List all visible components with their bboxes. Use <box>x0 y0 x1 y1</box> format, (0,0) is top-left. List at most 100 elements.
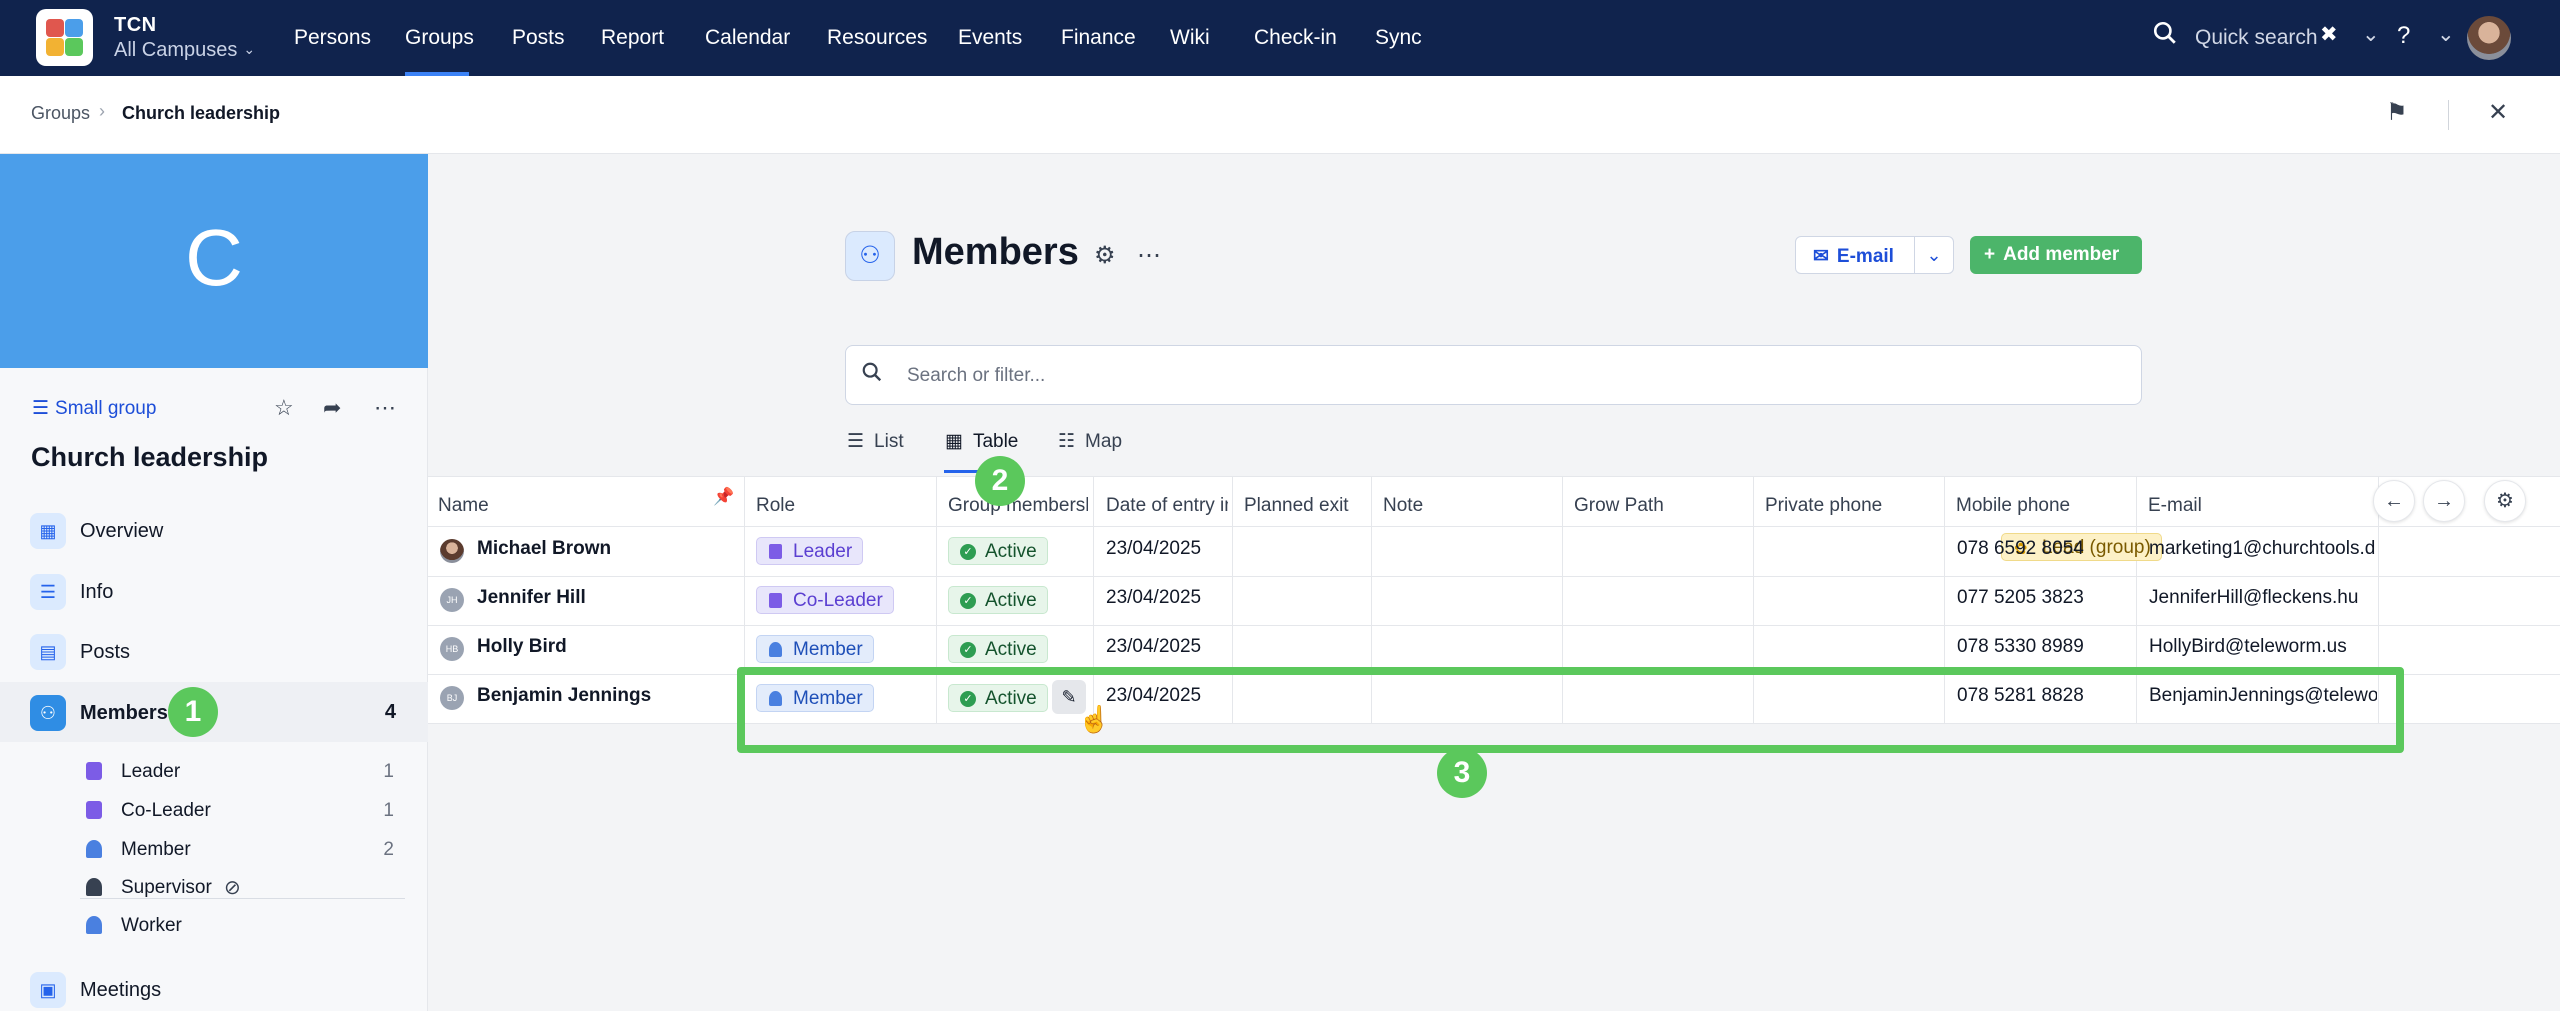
help-icon[interactable]: ? <box>2397 22 2410 50</box>
sidebar-item-overview[interactable]: ▦ Overview <box>0 500 428 560</box>
column-header-grow-path[interactable]: Grow Path <box>1574 495 1744 517</box>
sidebar-role-supervisor[interactable]: Supervisor ⊘ <box>86 870 406 908</box>
sidebar-item-info[interactable]: ☰ Info <box>0 561 428 621</box>
email-button[interactable]: ✉ E-mail <box>1795 236 1915 274</box>
search-input[interactable]: Search or filter... <box>845 345 2142 405</box>
eye-slash-icon: ⊘ <box>224 877 241 899</box>
share-icon[interactable]: ➦ <box>323 395 341 421</box>
brand-name: TCN <box>114 14 157 36</box>
nav-calendar[interactable]: Calendar <box>705 26 790 50</box>
calendar-icon: ▣ <box>30 972 66 1008</box>
more-icon[interactable]: ⋯ <box>1137 241 1161 270</box>
column-header-role[interactable]: Role <box>756 495 926 517</box>
gear-icon[interactable]: ⚙ <box>2484 480 2526 522</box>
email[interactable]: marketing1@churchtools.d <box>2149 538 2377 560</box>
tab-list[interactable]: ☰ List <box>847 430 904 453</box>
nav-checkin[interactable]: Check-in <box>1254 26 1337 50</box>
nav-sync[interactable]: Sync <box>1375 26 1422 50</box>
flag-icon[interactable]: ⚑ <box>2386 98 2408 127</box>
nav-report[interactable]: Report <box>601 26 664 50</box>
column-header-planned-exit[interactable]: Planned exit <box>1244 495 1369 517</box>
mobile-phone[interactable]: 077 5205 3823 <box>1957 587 2084 609</box>
group-banner: C <box>0 154 428 368</box>
role-chip[interactable]: Member <box>756 635 874 663</box>
person-icon <box>86 916 102 934</box>
people-icon: ⚇ <box>845 231 895 281</box>
nav-wiki[interactable]: Wiki <box>1170 26 1210 50</box>
sidebar-item-meetings[interactable]: ▣ Meetings <box>0 959 428 1011</box>
sidebar-role-leader[interactable]: Leader 1 <box>86 754 406 792</box>
star-icon[interactable]: ☆ <box>274 395 294 421</box>
column-header-name[interactable]: Name <box>438 495 728 517</box>
status-badge[interactable]: ✓ Active <box>948 537 1048 565</box>
group-initial: C <box>185 213 243 302</box>
chevron-down-icon[interactable]: ⌄ <box>2437 22 2455 47</box>
entry-date: 23/04/2025 <box>1106 538 1202 559</box>
column-header-note[interactable]: Note <box>1383 495 1553 517</box>
column-header-mobile-phone[interactable]: Mobile phone <box>1956 495 2126 517</box>
app-logo[interactable] <box>36 9 93 66</box>
nav-events[interactable]: Events <box>958 26 1022 50</box>
badge-icon <box>769 593 782 608</box>
divider <box>2448 100 2449 130</box>
member-name[interactable]: Benjamin Jennings <box>477 685 651 707</box>
nav-groups[interactable]: Groups <box>405 26 474 50</box>
column-header-date-of-entry[interactable]: Date of entry in <box>1106 495 1228 517</box>
breadcrumb-groups[interactable]: Groups <box>31 103 90 124</box>
sidebar-role-member[interactable]: Member 2 <box>86 832 406 870</box>
sidebar-role-coleader[interactable]: Co-Leader 1 <box>86 793 406 831</box>
email[interactable]: JenniferHill@fleckens.hu <box>2149 587 2377 609</box>
campus-select[interactable]: All Campuses <box>114 39 237 61</box>
email-dropdown-button[interactable]: ⌄ <box>1914 236 1954 274</box>
role-chip[interactable]: Co-Leader <box>756 586 894 614</box>
member-name[interactable]: Michael Brown <box>477 538 611 560</box>
check-icon: ✓ <box>960 544 976 560</box>
status-badge[interactable]: ✓ Active <box>948 635 1048 663</box>
gear-icon[interactable]: ⚙ <box>1094 241 1116 270</box>
map-icon: ☷ <box>1058 431 1076 452</box>
search-icon[interactable] <box>2152 20 2178 52</box>
tab-map[interactable]: ☷ Map <box>1058 430 1122 453</box>
people-icon: ⚇ <box>30 695 66 731</box>
group-type-link[interactable]: ☰ Small group <box>32 397 156 420</box>
arrow-left-icon[interactable]: ← <box>2373 480 2415 522</box>
group-sidebar: C ☰ Small group ☆ ➦ ⋯ Church leadership ▦… <box>0 154 428 1011</box>
person-icon <box>86 840 102 858</box>
nav-finance[interactable]: Finance <box>1061 26 1136 50</box>
tools-icon[interactable]: ✖ <box>2320 22 2338 47</box>
mobile-phone[interactable]: 078 6592 8054 <box>1957 538 2084 560</box>
arrow-right-icon[interactable]: → <box>2423 480 2465 522</box>
list-icon: ☰ <box>847 431 865 452</box>
breadcrumb-bar: Groups › Church leadership ⚑ ✕ <box>0 76 2560 154</box>
nav-persons[interactable]: Persons <box>294 26 371 50</box>
close-icon[interactable]: ✕ <box>2488 98 2508 127</box>
role-chip[interactable]: Leader <box>756 537 864 565</box>
user-avatar[interactable] <box>2467 16 2511 60</box>
step-badge-2: 2 <box>975 456 1025 506</box>
entry-date: 23/04/2025 <box>1106 587 1202 608</box>
column-header-private-phone[interactable]: Private phone <box>1765 495 1935 517</box>
chevron-down-icon[interactable]: ⌄ <box>2362 22 2380 47</box>
member-name[interactable]: Holly Bird <box>477 636 567 658</box>
quick-search[interactable]: Quick search <box>2195 26 2318 50</box>
search-icon <box>861 361 883 389</box>
mobile-phone[interactable]: 078 5330 8989 <box>1957 636 2084 658</box>
pin-icon[interactable]: 📌 <box>713 487 734 507</box>
email[interactable]: HollyBird@teleworm.us <box>2149 636 2377 658</box>
badge-icon <box>86 801 102 819</box>
layers-icon: ☰ <box>32 398 50 419</box>
status-badge[interactable]: ✓ Active <box>948 586 1048 614</box>
brand[interactable]: TCN All Campuses ⌄ <box>114 14 255 62</box>
more-icon[interactable]: ⋯ <box>374 395 396 421</box>
tab-table[interactable]: ▦ Table <box>945 430 1018 453</box>
sidebar-role-worker[interactable]: Worker <box>86 908 406 946</box>
add-member-button[interactable]: + Add member <box>1970 236 2142 274</box>
search-placeholder: Search or filter... <box>907 365 1046 386</box>
sidebar-item-posts[interactable]: ▤ Posts <box>0 621 428 681</box>
nav-resources[interactable]: Resources <box>827 26 927 50</box>
nav-posts[interactable]: Posts <box>512 26 565 50</box>
member-name[interactable]: Jennifer Hill <box>477 587 586 609</box>
column-header-email[interactable]: E-mail <box>2148 495 2368 517</box>
entry-date: 23/04/2025 <box>1106 636 1202 657</box>
avatar: JH <box>440 588 464 612</box>
